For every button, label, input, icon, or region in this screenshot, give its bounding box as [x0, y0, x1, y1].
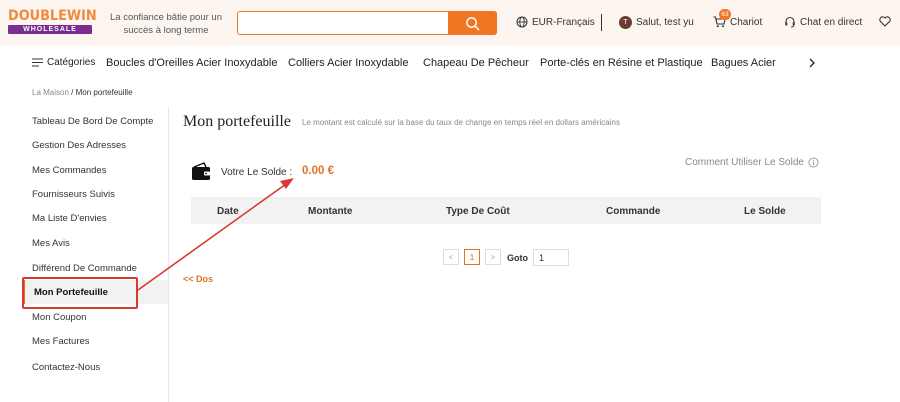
headset-icon	[785, 16, 795, 28]
search-button[interactable]	[448, 11, 497, 35]
info-icon	[808, 157, 819, 168]
live-chat-button[interactable]: Chat en direct	[784, 16, 862, 28]
sidebar-item-coupons[interactable]: Mon Coupon	[32, 312, 86, 323]
account-menu[interactable]: T Salut, test yu	[619, 16, 694, 29]
nav-item[interactable]: Bagues Acier I	[711, 57, 777, 69]
sidebar-item-orders[interactable]: Mes Commandes	[32, 165, 106, 176]
goto-page-input[interactable]	[533, 249, 569, 266]
next-page-button[interactable]: >	[485, 249, 501, 265]
heart-icon	[879, 16, 891, 27]
sidebar-item-dashboard[interactable]: Tableau De Bord De Compte	[32, 116, 153, 127]
breadcrumb: La Maison / Mon portefeuille	[32, 88, 133, 97]
sidebar-item-contact[interactable]: Contactez-Nous	[32, 362, 100, 373]
column-balance: Le Solde	[744, 206, 786, 217]
logo[interactable]: DOUBLEWIN WHOLESALE	[8, 8, 97, 38]
page-subtitle: Le montant est calculé sur la base du ta…	[302, 118, 620, 127]
goto-label: Goto	[507, 253, 528, 263]
annotation-highlight-box	[22, 277, 138, 309]
sidebar-item-addresses[interactable]: Gestion Des Adresses	[32, 140, 126, 151]
categories-label: Catégories	[47, 57, 96, 68]
nav-item[interactable]: Chapeau De Pêcheur	[423, 57, 529, 69]
chevron-right-icon	[809, 58, 815, 68]
nav-item[interactable]: Boucles d'Oreilles Acier Inoxydable	[106, 57, 277, 69]
column-order: Commande	[606, 206, 661, 217]
categories-menu[interactable]: Catégories	[32, 57, 95, 68]
breadcrumb-home[interactable]: La Maison	[32, 88, 69, 97]
balance-label: Votre Le Solde :	[221, 167, 293, 178]
currency-label: EUR-Français	[532, 16, 595, 28]
wallet-icon	[192, 162, 210, 180]
sidebar-item-invoices[interactable]: Mes Factures	[32, 336, 90, 347]
nav-next-button[interactable]	[808, 58, 816, 71]
header: DOUBLEWIN WHOLESALE La confiance bâtie p…	[0, 0, 900, 46]
column-date: Date	[217, 206, 239, 217]
menu-icon	[32, 58, 43, 67]
how-to-use-label: Comment Utiliser Le Solde	[685, 157, 804, 168]
logo-subtitle: WHOLESALE	[8, 25, 92, 34]
logo-wordmark: DOUBLEWIN	[8, 8, 97, 24]
cart-label: Chariot	[730, 16, 763, 28]
header-divider	[601, 14, 602, 31]
balance-value: 0.00 €	[302, 165, 334, 177]
search-bar	[237, 11, 497, 35]
page-title: Mon portefeuille	[183, 113, 291, 130]
breadcrumb-separator: /	[68, 88, 76, 97]
category-nav: Catégories Boucles d'Oreilles Acier Inox…	[0, 46, 900, 80]
avatar: T	[619, 16, 632, 29]
nav-item[interactable]: Colliers Acier Inoxydable	[288, 57, 408, 69]
breadcrumb-current: Mon portefeuille	[75, 88, 133, 97]
search-icon	[466, 16, 480, 30]
currency-selector[interactable]: EUR-Français	[516, 16, 595, 28]
sidebar-item-wishlist[interactable]: Ma Liste D'envies	[32, 213, 107, 224]
sidebar-divider	[168, 107, 169, 402]
wishlist-button[interactable]	[879, 16, 891, 27]
sidebar-item-followed-suppliers[interactable]: Fournisseurs Suivis	[32, 189, 115, 200]
chat-label: Chat en direct	[800, 16, 863, 28]
greeting: Salut, test yu	[636, 17, 694, 28]
tagline: La confiance bâtie pour un succès à long…	[110, 12, 222, 36]
current-page[interactable]: 1	[464, 249, 480, 265]
sidebar-item-disputes[interactable]: Différend De Commande	[32, 263, 137, 274]
search-input[interactable]	[238, 12, 443, 34]
sidebar-item-reviews[interactable]: Mes Avis	[32, 238, 70, 249]
prev-page-button[interactable]: <	[443, 249, 459, 265]
table-header: Date Montante Type De Coût Commande Le S…	[191, 197, 821, 224]
cart-count-badge: 63	[719, 9, 731, 20]
how-to-use-balance-link[interactable]: Comment Utiliser Le Solde	[685, 157, 819, 168]
column-amount: Montante	[308, 206, 353, 217]
column-cost-type: Type De Coût	[446, 206, 510, 217]
back-link[interactable]: << Dos	[183, 274, 213, 284]
globe-icon	[516, 16, 528, 28]
nav-item[interactable]: Porte-clés en Résine et Plastique	[540, 57, 703, 69]
